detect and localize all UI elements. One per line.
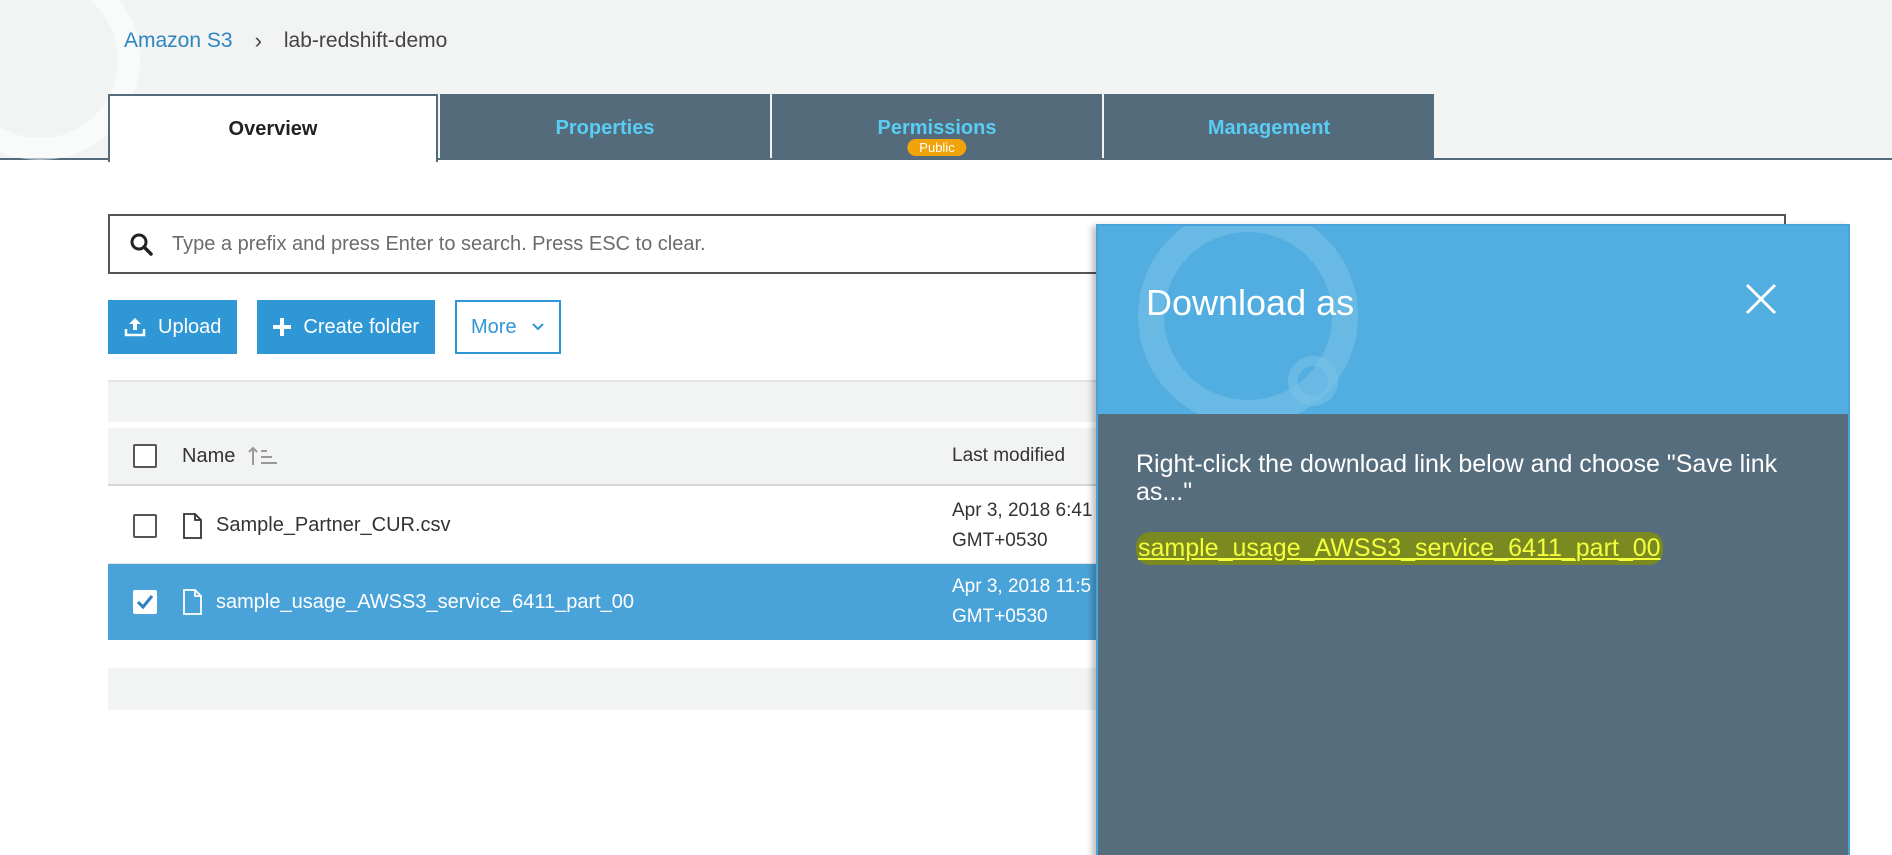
file-name-link[interactable]: sample_usage_AWSS3_service_6411_part_00	[216, 591, 634, 614]
tab-management-label: Management	[1207, 116, 1331, 139]
tab-overview[interactable]: Overview	[108, 94, 438, 162]
tab-permissions-label: Permissions	[877, 116, 997, 139]
search-icon	[110, 232, 172, 256]
last-modified-cell: Apr 3, 2018 6:41 GMT+0530	[952, 496, 1093, 556]
create-folder-label: Create folder	[303, 315, 420, 338]
table-bottom-band	[108, 668, 1108, 710]
row-checkbox[interactable]	[133, 513, 157, 538]
header-decoration-small	[1288, 356, 1338, 406]
panel-body: Right-click the download link below and …	[1098, 414, 1848, 601]
row-checkbox-checked[interactable]	[133, 590, 157, 614]
upload-label: Upload	[158, 315, 222, 338]
last-modified-timezone: GMT+0530	[952, 606, 1048, 627]
download-instructions: Right-click the download link below and …	[1136, 450, 1778, 506]
sort-ascending-icon[interactable]	[247, 445, 279, 467]
name-column-label: Name	[182, 444, 236, 467]
panel-title: Download as	[1146, 282, 1355, 323]
name-column-header[interactable]: Name	[182, 445, 952, 468]
chevron-down-icon	[531, 322, 545, 332]
last-modified-cell: Apr 3, 2018 11:5 GMT+0530	[952, 572, 1091, 632]
tab-properties[interactable]: Properties	[440, 94, 770, 160]
download-link[interactable]: sample_usage_AWSS3_service_6411_part_00	[1136, 532, 1663, 565]
search-input[interactable]	[172, 232, 1072, 256]
upload-button[interactable]: Upload	[108, 300, 238, 354]
tab-overview-label: Overview	[228, 117, 318, 140]
row-check-cell	[108, 590, 182, 614]
last-modified-column-label: Last modified	[952, 445, 1066, 466]
select-all-checkbox[interactable]	[133, 444, 157, 468]
file-name-cell: sample_usage_AWSS3_service_6411_part_00	[182, 589, 952, 615]
breadcrumb-separator-icon: ›	[254, 28, 262, 53]
file-name-cell: Sample_Partner_CUR.csv	[182, 512, 952, 539]
breadcrumb-amazon-s3-link[interactable]: Amazon S3	[124, 29, 233, 53]
breadcrumb: Amazon S3 › lab-redshift-demo	[124, 28, 447, 54]
public-badge: Public	[907, 139, 967, 156]
header-band: Amazon S3 › lab-redshift-demo Overview P…	[0, 0, 1892, 162]
last-modified-column-header[interactable]: Last modified	[952, 445, 1065, 467]
table-row-selected[interactable]: sample_usage_AWSS3_service_6411_part_00 …	[108, 564, 1108, 640]
file-icon	[182, 589, 202, 615]
table-row[interactable]: Sample_Partner_CUR.csv Apr 3, 2018 6:41 …	[108, 488, 1108, 564]
bucket-tabs: Overview Properties Permissions Public M…	[108, 94, 1434, 162]
last-modified-date: Apr 3, 2018 11:5	[952, 576, 1092, 597]
select-all-cell	[108, 444, 182, 468]
tab-properties-label: Properties	[555, 116, 655, 139]
plus-icon	[273, 318, 292, 336]
s3-bucket-page: Amazon S3 › lab-redshift-demo Overview P…	[0, 0, 1892, 855]
action-toolbar: Upload Create folder More	[108, 300, 561, 354]
file-icon	[182, 512, 202, 539]
last-modified-date: Apr 3, 2018 6:41	[952, 499, 1093, 521]
close-icon[interactable]	[1744, 282, 1778, 316]
more-dropdown-button[interactable]: More	[455, 300, 561, 354]
panel-header: Download as	[1098, 226, 1848, 414]
tab-permissions[interactable]: Permissions Public	[772, 94, 1102, 160]
tab-management[interactable]: Management	[1104, 94, 1434, 160]
row-check-cell	[108, 513, 182, 538]
create-folder-button[interactable]: Create folder	[257, 300, 436, 354]
breadcrumb-current-bucket: lab-redshift-demo	[283, 29, 448, 52]
table-header: Name Last modified	[108, 428, 1108, 486]
more-label: More	[471, 315, 517, 338]
table-top-band	[108, 380, 1108, 422]
last-modified-timezone: GMT+0530	[952, 529, 1048, 551]
file-name-link[interactable]: Sample_Partner_CUR.csv	[216, 514, 451, 537]
checkmark-icon	[136, 595, 154, 610]
download-as-panel: Download as Right-click the download lin…	[1096, 224, 1850, 855]
upload-icon	[124, 317, 146, 337]
